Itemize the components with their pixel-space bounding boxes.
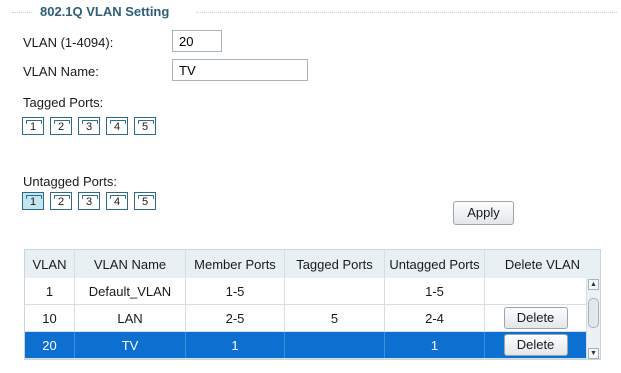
cell-delete-vlan: Delete: [485, 332, 586, 358]
port-number: 3: [85, 121, 93, 133]
cell-delete-vlan: Delete: [485, 305, 586, 331]
port-number: 4: [113, 121, 121, 133]
untagged-port-5-checkbox[interactable]: 5: [134, 192, 156, 210]
port-number: 2: [57, 196, 65, 208]
vlan-table-header: VLAN VLAN Name Member Ports Tagged Ports Unt…: [25, 250, 600, 279]
cell-vlan-name: LAN: [75, 305, 186, 331]
header-divider-right: [196, 12, 617, 13]
port-number: 2: [57, 121, 65, 133]
delete-vlan-button[interactable]: Delete: [503, 307, 568, 329]
tagged-ports-label: Tagged Ports:: [23, 95, 104, 110]
cell-tagged-ports: [285, 332, 385, 358]
header-delete-vlan: Delete VLAN: [504, 256, 581, 272]
tagged-port-5-checkbox[interactable]: 5: [134, 117, 156, 135]
untagged-port-3-checkbox[interactable]: 3: [78, 192, 100, 210]
cell-vlan: 20: [25, 332, 75, 358]
vlan-name-input[interactable]: [172, 59, 308, 81]
cell-untagged-ports: 1: [385, 332, 485, 358]
untagged-ports-label: Untagged Ports:: [23, 174, 117, 189]
cell-vlan: 1: [25, 278, 75, 304]
port-number: 5: [141, 121, 149, 133]
port-number: 1: [29, 121, 37, 133]
cell-untagged-ports: 2-4: [385, 305, 485, 331]
cell-member-ports: 1: [186, 332, 285, 358]
cell-member-ports: 1-5: [186, 278, 285, 304]
untagged-ports-group: 1 2 3 4 5: [22, 192, 156, 210]
section-title: 802.1Q VLAN Setting: [40, 4, 170, 19]
port-number: 3: [85, 196, 93, 208]
cell-tagged-ports: [285, 278, 385, 304]
vlan-name-label: VLAN Name:: [23, 64, 99, 79]
untagged-port-2-checkbox[interactable]: 2: [50, 192, 72, 210]
cell-member-ports: 2-5: [186, 305, 285, 331]
table-scrollbar[interactable]: ▲ ▼: [586, 278, 600, 359]
apply-button[interactable]: Apply: [453, 201, 514, 225]
port-number: 4: [113, 196, 121, 208]
tagged-port-2-checkbox[interactable]: 2: [50, 117, 72, 135]
scroll-up-icon[interactable]: ▲: [588, 279, 599, 290]
vlan-id-input[interactable]: [172, 30, 222, 52]
scroll-down-icon[interactable]: ▼: [588, 348, 599, 359]
tagged-port-4-checkbox[interactable]: 4: [106, 117, 128, 135]
tagged-ports-group: 1 2 3 4 5: [22, 117, 156, 135]
cell-delete-vlan: [485, 278, 586, 304]
cell-tagged-ports: 5: [285, 305, 385, 331]
cell-untagged-ports: 1-5: [385, 278, 485, 304]
header-vlan: VLAN: [25, 250, 75, 278]
table-row[interactable]: 20 TV 1 1 Delete: [25, 332, 586, 359]
header-tagged-ports: Tagged Ports: [285, 250, 385, 278]
port-number: 1: [29, 196, 37, 208]
cell-vlan: 10: [25, 305, 75, 331]
cell-vlan-name: Default_VLAN: [75, 278, 186, 304]
scroll-thumb[interactable]: [588, 298, 599, 328]
header-member-ports: Member Ports: [186, 250, 285, 278]
header-untagged-ports: Untagged Ports: [385, 250, 485, 278]
tagged-port-3-checkbox[interactable]: 3: [78, 117, 100, 135]
vlan-id-label: VLAN (1-4094):: [23, 35, 114, 50]
section-header: 802.1Q VLAN Setting: [0, 4, 621, 22]
header-vlan-name: VLAN Name: [75, 250, 186, 278]
cell-vlan-name: TV: [75, 332, 186, 358]
delete-vlan-button[interactable]: Delete: [503, 334, 568, 356]
vlan-table: VLAN VLAN Name Member Ports Tagged Ports Unt…: [24, 249, 601, 360]
header-divider-left: [12, 12, 32, 13]
table-row[interactable]: 10 LAN 2-5 5 2-4 Delete: [25, 305, 586, 332]
untagged-port-1-checkbox[interactable]: 1: [22, 192, 44, 210]
tagged-port-1-checkbox[interactable]: 1: [22, 117, 44, 135]
table-row[interactable]: 1 Default_VLAN 1-5 1-5: [25, 278, 586, 305]
untagged-port-4-checkbox[interactable]: 4: [106, 192, 128, 210]
port-number: 5: [141, 196, 149, 208]
